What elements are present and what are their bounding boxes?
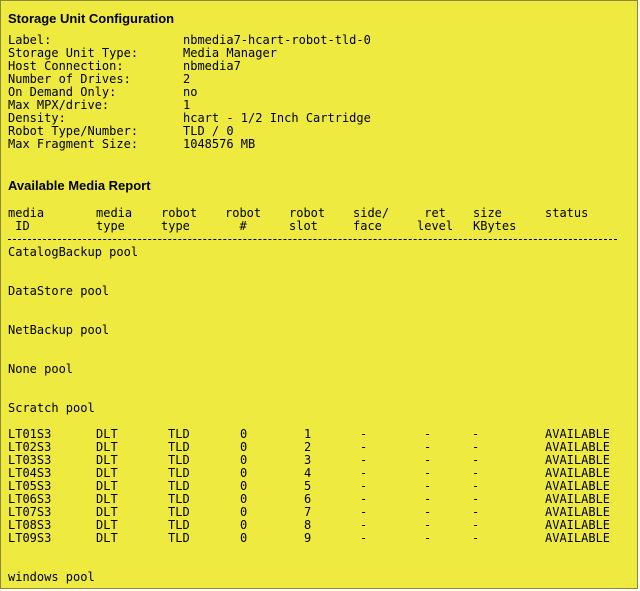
pool-name: windows pool: [8, 570, 95, 584]
pool-name: Scratch pool: [8, 401, 95, 415]
pool-name: None pool: [8, 362, 74, 376]
column-header: level: [417, 219, 454, 233]
column-header: type: [96, 219, 125, 233]
column-header: status: [545, 206, 589, 220]
pool-name: CatalogBackup pool: [8, 245, 139, 259]
table-cell: -: [360, 531, 368, 545]
report-panel: Storage Unit Configuration Label: nbmedia…: [0, 0, 638, 589]
column-header: slot: [289, 219, 318, 233]
column-header: ID: [8, 219, 30, 233]
config-title: Storage Unit Configuration: [8, 11, 175, 26]
table-cell: DLT: [96, 531, 118, 545]
table-cell: TLD: [168, 531, 190, 545]
column-header: #: [225, 219, 247, 233]
table-cell: 9: [304, 531, 312, 545]
table-cell: AVAILABLE: [545, 531, 611, 545]
column-header: type: [161, 219, 190, 233]
config-value: 1048576 MB: [183, 137, 256, 151]
column-header: KBytes: [473, 219, 517, 233]
pool-name: NetBackup pool: [8, 323, 110, 337]
pool-name: DataStore pool: [8, 284, 110, 298]
config-value: nbmedia7: [183, 59, 241, 73]
table-cell: -: [472, 531, 480, 545]
table-cell: -: [424, 531, 432, 545]
table-cell: LT09S3: [8, 531, 52, 545]
header-divider: [8, 239, 617, 240]
report-title: Available Media Report: [8, 178, 151, 193]
table-cell: 0: [240, 531, 248, 545]
column-header: face: [353, 219, 382, 233]
config-label: Max Fragment Size:: [8, 137, 139, 151]
